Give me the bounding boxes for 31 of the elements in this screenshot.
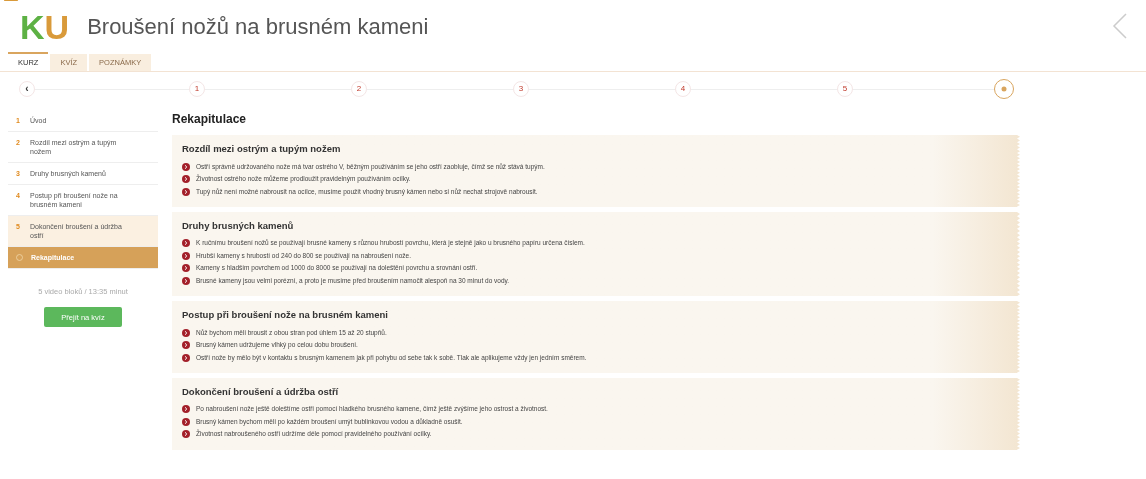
- step-button[interactable]: 4: [675, 81, 691, 97]
- logo-letter: U: [44, 10, 70, 44]
- bullet-icon: [182, 175, 190, 183]
- bullet-icon: [182, 430, 190, 439]
- bullet-icon: [182, 251, 190, 260]
- back-icon[interactable]: [1112, 13, 1128, 39]
- step-button[interactable]: 5: [837, 81, 853, 97]
- page-title: Broušení nožů na brusném kameni: [87, 12, 429, 41]
- bullet-icon: [182, 341, 190, 349]
- logo-letter: K: [20, 10, 45, 44]
- section-heading: Rozdíl mezi ostrým a tupým nožem: [182, 142, 342, 156]
- section-heading: Druhy brusných kamenů: [182, 218, 295, 233]
- circle-icon: [16, 254, 23, 261]
- bullet-icon: [182, 417, 190, 426]
- bullet-icon: [182, 276, 190, 285]
- bullet-icon: [182, 187, 190, 196]
- bullet-icon: [182, 405, 190, 414]
- bullet-icon: [182, 162, 190, 171]
- section-heading: Postup při broušení nože na brusném kameni: [182, 308, 389, 322]
- bullet-icon: [182, 328, 190, 337]
- bullet-icon: [182, 264, 190, 273]
- step-button[interactable]: 3: [513, 81, 529, 97]
- step-button[interactable]: 2: [351, 81, 367, 97]
- summary-step-button[interactable]: [994, 79, 1014, 99]
- bullet-icon: [182, 239, 190, 248]
- bullet-icon: [182, 353, 190, 362]
- dot-icon: [1001, 86, 1007, 92]
- previous-button[interactable]: ‹: [19, 81, 35, 97]
- section-heading: Dokončení broušení a údržba ostří: [182, 384, 340, 399]
- section-title: Rekapitulace: [172, 111, 248, 128]
- step-button[interactable]: 1: [189, 81, 205, 97]
